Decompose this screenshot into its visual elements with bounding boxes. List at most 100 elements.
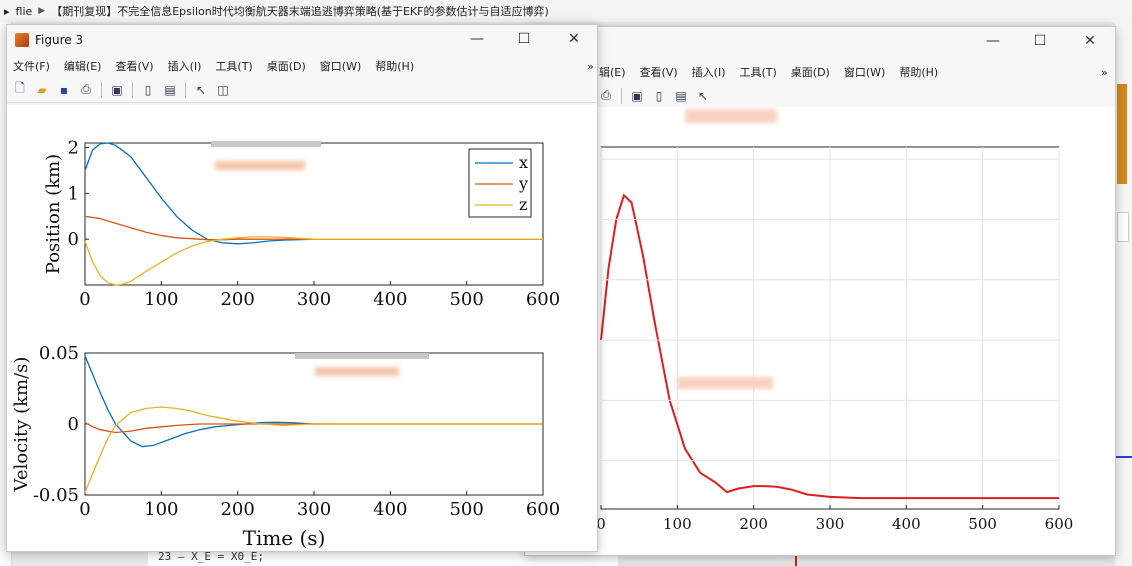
x-tick-label: 400 (373, 499, 407, 520)
figure-back-toolbar: ⎙ ▣ ▯ ▤ ↖ (525, 83, 1115, 109)
menu-help[interactable]: 帮助(H) (899, 64, 938, 80)
legend-label-y: y (518, 174, 528, 193)
menu-insert[interactable]: 插入(I) (692, 64, 726, 80)
chart-back-svg: 0 100 200 300 400 500 600 (596, 109, 1074, 533)
annotation-redacted-text (677, 377, 773, 389)
plot-line-fragment (1115, 456, 1132, 458)
figure-3-menubar: 文件(F) 编辑(E) 查看(V) 插入(I) 工具(T) 桌面(D) 窗口(W… (7, 55, 597, 77)
x-tick-label: 0 (79, 499, 90, 520)
figure-3-title: Figure 3 (35, 33, 84, 47)
print-icon[interactable]: ⎙ (597, 87, 615, 105)
link-plot-icon[interactable]: ▣ (628, 87, 646, 105)
figure-back-canvas: 0 100 200 300 400 500 600 (525, 107, 1115, 555)
link-plot-icon[interactable]: ▣ (108, 81, 126, 99)
x-tick-label: 500 (449, 289, 483, 310)
y-tick-label: 0 (68, 229, 79, 250)
x-tick-label: 200 (220, 289, 254, 310)
x-tick-label: 500 (968, 515, 997, 533)
figure-window-3[interactable]: Figure 3 — ☐ ✕ 文件(F) 编辑(E) 查看(V) 插入(I) 工… (6, 24, 598, 552)
pointer-icon[interactable]: ↖ (192, 81, 210, 99)
figure-back-titlebar[interactable] (525, 27, 1115, 57)
colorbar-icon[interactable]: ▯ (650, 87, 668, 105)
menu-overflow-icon[interactable]: » (587, 60, 594, 73)
legend-label-z: z (519, 195, 527, 214)
figure-3-canvas: 0 100 200 300 400 500 600 2 1 0 Position (km) x y z 0 1… (7, 105, 597, 551)
maximize-icon[interactable]: ☐ (514, 31, 534, 47)
x-tick-label: 200 (220, 499, 254, 520)
x-tick-label: 300 (297, 499, 331, 520)
maximize-icon[interactable]: ☐ (1030, 33, 1050, 49)
x-tick-label: 300 (297, 289, 331, 310)
legend-label-x: x (519, 153, 528, 172)
menu-tools[interactable]: 工具(T) (739, 64, 776, 80)
chevron-right-icon: ▶ (38, 6, 46, 16)
new-file-icon[interactable]: 🗋 (11, 81, 29, 99)
menu-tools[interactable]: 工具(T) (215, 58, 252, 74)
menu-overflow-icon[interactable]: » (1101, 66, 1108, 79)
toolbar-divider (185, 81, 186, 98)
legend-icon[interactable]: ▤ (672, 87, 690, 105)
figure-window-back[interactable]: — ☐ ✕ 辑(E) 查看(V) 插入(I) 工具(T) 桌面(D) 窗口(W)… (524, 26, 1116, 556)
y-axis-label: Velocity (km/s) (11, 357, 32, 493)
y-axis-label: Position (km) (43, 154, 64, 274)
save-icon[interactable]: ▪ (55, 81, 73, 99)
title-redacted (211, 141, 321, 147)
figure-3-titlebar[interactable]: Figure 3 (7, 25, 597, 55)
folder-icon: ▸ (4, 4, 10, 18)
toolbar-divider (101, 81, 102, 98)
y-tick-label: -0.05 (33, 485, 79, 506)
x-tick-label: 100 (144, 499, 178, 520)
x-tick-label: 500 (449, 499, 483, 520)
breadcrumb-item-0[interactable]: flie (16, 5, 33, 18)
title-redacted (295, 353, 429, 359)
legend-icon[interactable]: ▤ (161, 81, 179, 99)
background-panel (1115, 22, 1132, 566)
title-redacted-text (215, 161, 305, 170)
x-tick-label: 600 (526, 499, 560, 520)
pointer-icon[interactable]: ↖ (694, 87, 712, 105)
x-tick-label: 600 (526, 289, 560, 310)
x-tick-label: 0 (79, 289, 90, 310)
menu-help[interactable]: 帮助(H) (375, 58, 414, 74)
x-tick-label: 100 (663, 515, 692, 533)
menu-file[interactable]: 文件(F) (13, 58, 50, 74)
breadcrumb: ▸ flie ▶ 【期刊复现】不完全信息Epsilon时代均衡航天器末端追逃博弈… (0, 0, 1132, 22)
x-tick-label: 400 (892, 515, 921, 533)
menu-window[interactable]: 窗口(W) (320, 58, 361, 74)
panel-button[interactable] (1117, 212, 1129, 242)
x-tick-label: 400 (373, 289, 407, 310)
chart-front-svg: 0 100 200 300 400 500 600210Position (km) xyz0 1… (11, 138, 560, 550)
y-tick-label: 1 (68, 183, 79, 204)
menu-view[interactable]: 查看(V) (115, 58, 153, 74)
x-axis-label: Time (s) (243, 526, 326, 550)
menu-view[interactable]: 查看(V) (640, 64, 678, 80)
y-tick-label: 0 (68, 414, 79, 435)
title-redacted-text (315, 367, 399, 376)
menu-insert[interactable]: 插入(I) (168, 58, 202, 74)
y-tick-label: 0.05 (39, 343, 79, 364)
minimize-icon[interactable]: — (467, 31, 487, 47)
breadcrumb-item-1[interactable]: 【期刊复现】不完全信息Epsilon时代均衡航天器末端追逃博弈策略(基于EKF的… (51, 3, 549, 19)
minimize-icon[interactable]: — (983, 33, 1003, 49)
toolbar-divider (132, 81, 133, 98)
close-icon[interactable]: ✕ (1080, 33, 1100, 49)
title-redacted-text (685, 109, 777, 123)
menu-desktop[interactable]: 桌面(D) (791, 64, 830, 80)
menu-desktop[interactable]: 桌面(D) (267, 58, 306, 74)
print-icon[interactable]: ⎙ (77, 81, 95, 99)
menu-edit[interactable]: 编辑(E) (64, 58, 102, 74)
figure-3-toolbar: 🗋 ▰ ▪ ⎙ ▣ ▯ ▤ ↖ ◫ (7, 77, 597, 103)
x-tick-label: 600 (1045, 515, 1074, 533)
open-folder-icon[interactable]: ▰ (33, 81, 51, 99)
matlab-icon (15, 33, 29, 47)
x-tick-label: 100 (144, 289, 178, 310)
colorbar-icon[interactable]: ▯ (139, 81, 157, 99)
y-tick-label: 2 (68, 138, 79, 159)
x-tick-label: 300 (816, 515, 845, 533)
scrollbar-thumb[interactable] (1117, 84, 1127, 184)
menu-window[interactable]: 窗口(W) (844, 64, 885, 80)
menu-edit[interactable]: 辑(E) (599, 64, 626, 80)
close-icon[interactable]: ✕ (564, 31, 584, 47)
property-inspector-icon[interactable]: ◫ (214, 81, 232, 99)
figure-back-menubar: 辑(E) 查看(V) 插入(I) 工具(T) 桌面(D) 窗口(W) 帮助(H)… (525, 61, 1115, 83)
